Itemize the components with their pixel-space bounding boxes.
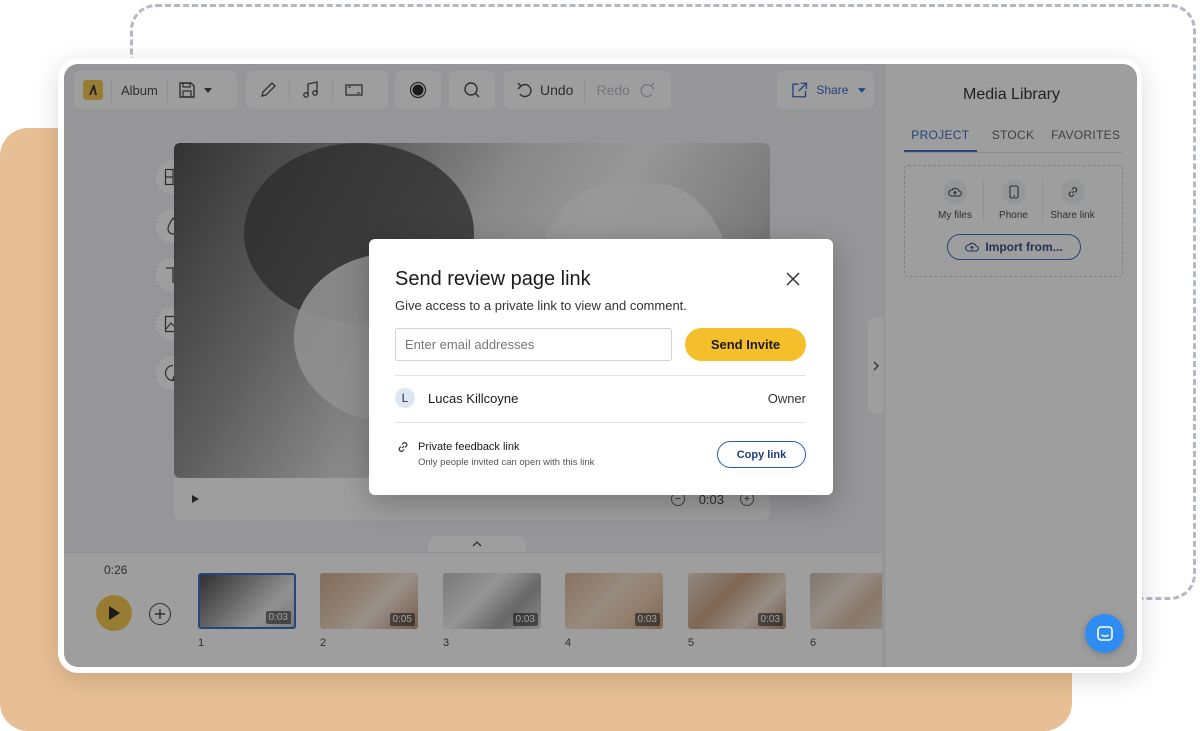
link-subtitle: Only people invited can open with this l… [418, 457, 595, 468]
send-review-link-modal: Send review page link Give access to a p… [369, 239, 833, 495]
close-icon [786, 272, 800, 286]
email-input[interactable] [395, 328, 672, 361]
user-name: Lucas Killcoyne [428, 391, 519, 406]
link-title: Private feedback link [418, 441, 520, 453]
divider [395, 422, 806, 423]
avatar: L [395, 388, 415, 408]
user-role: Owner [767, 391, 806, 406]
divider [395, 375, 806, 376]
modal-subtitle: Give access to a private link to view an… [395, 298, 687, 313]
chat-icon [1096, 625, 1113, 641]
copy-link-button[interactable]: Copy link [717, 441, 806, 468]
modal-title: Send review page link [395, 268, 591, 290]
chat-support-button[interactable] [1085, 614, 1124, 653]
link-icon [398, 442, 408, 452]
send-invite-button[interactable]: Send Invite [685, 328, 806, 361]
close-button[interactable] [783, 269, 803, 289]
